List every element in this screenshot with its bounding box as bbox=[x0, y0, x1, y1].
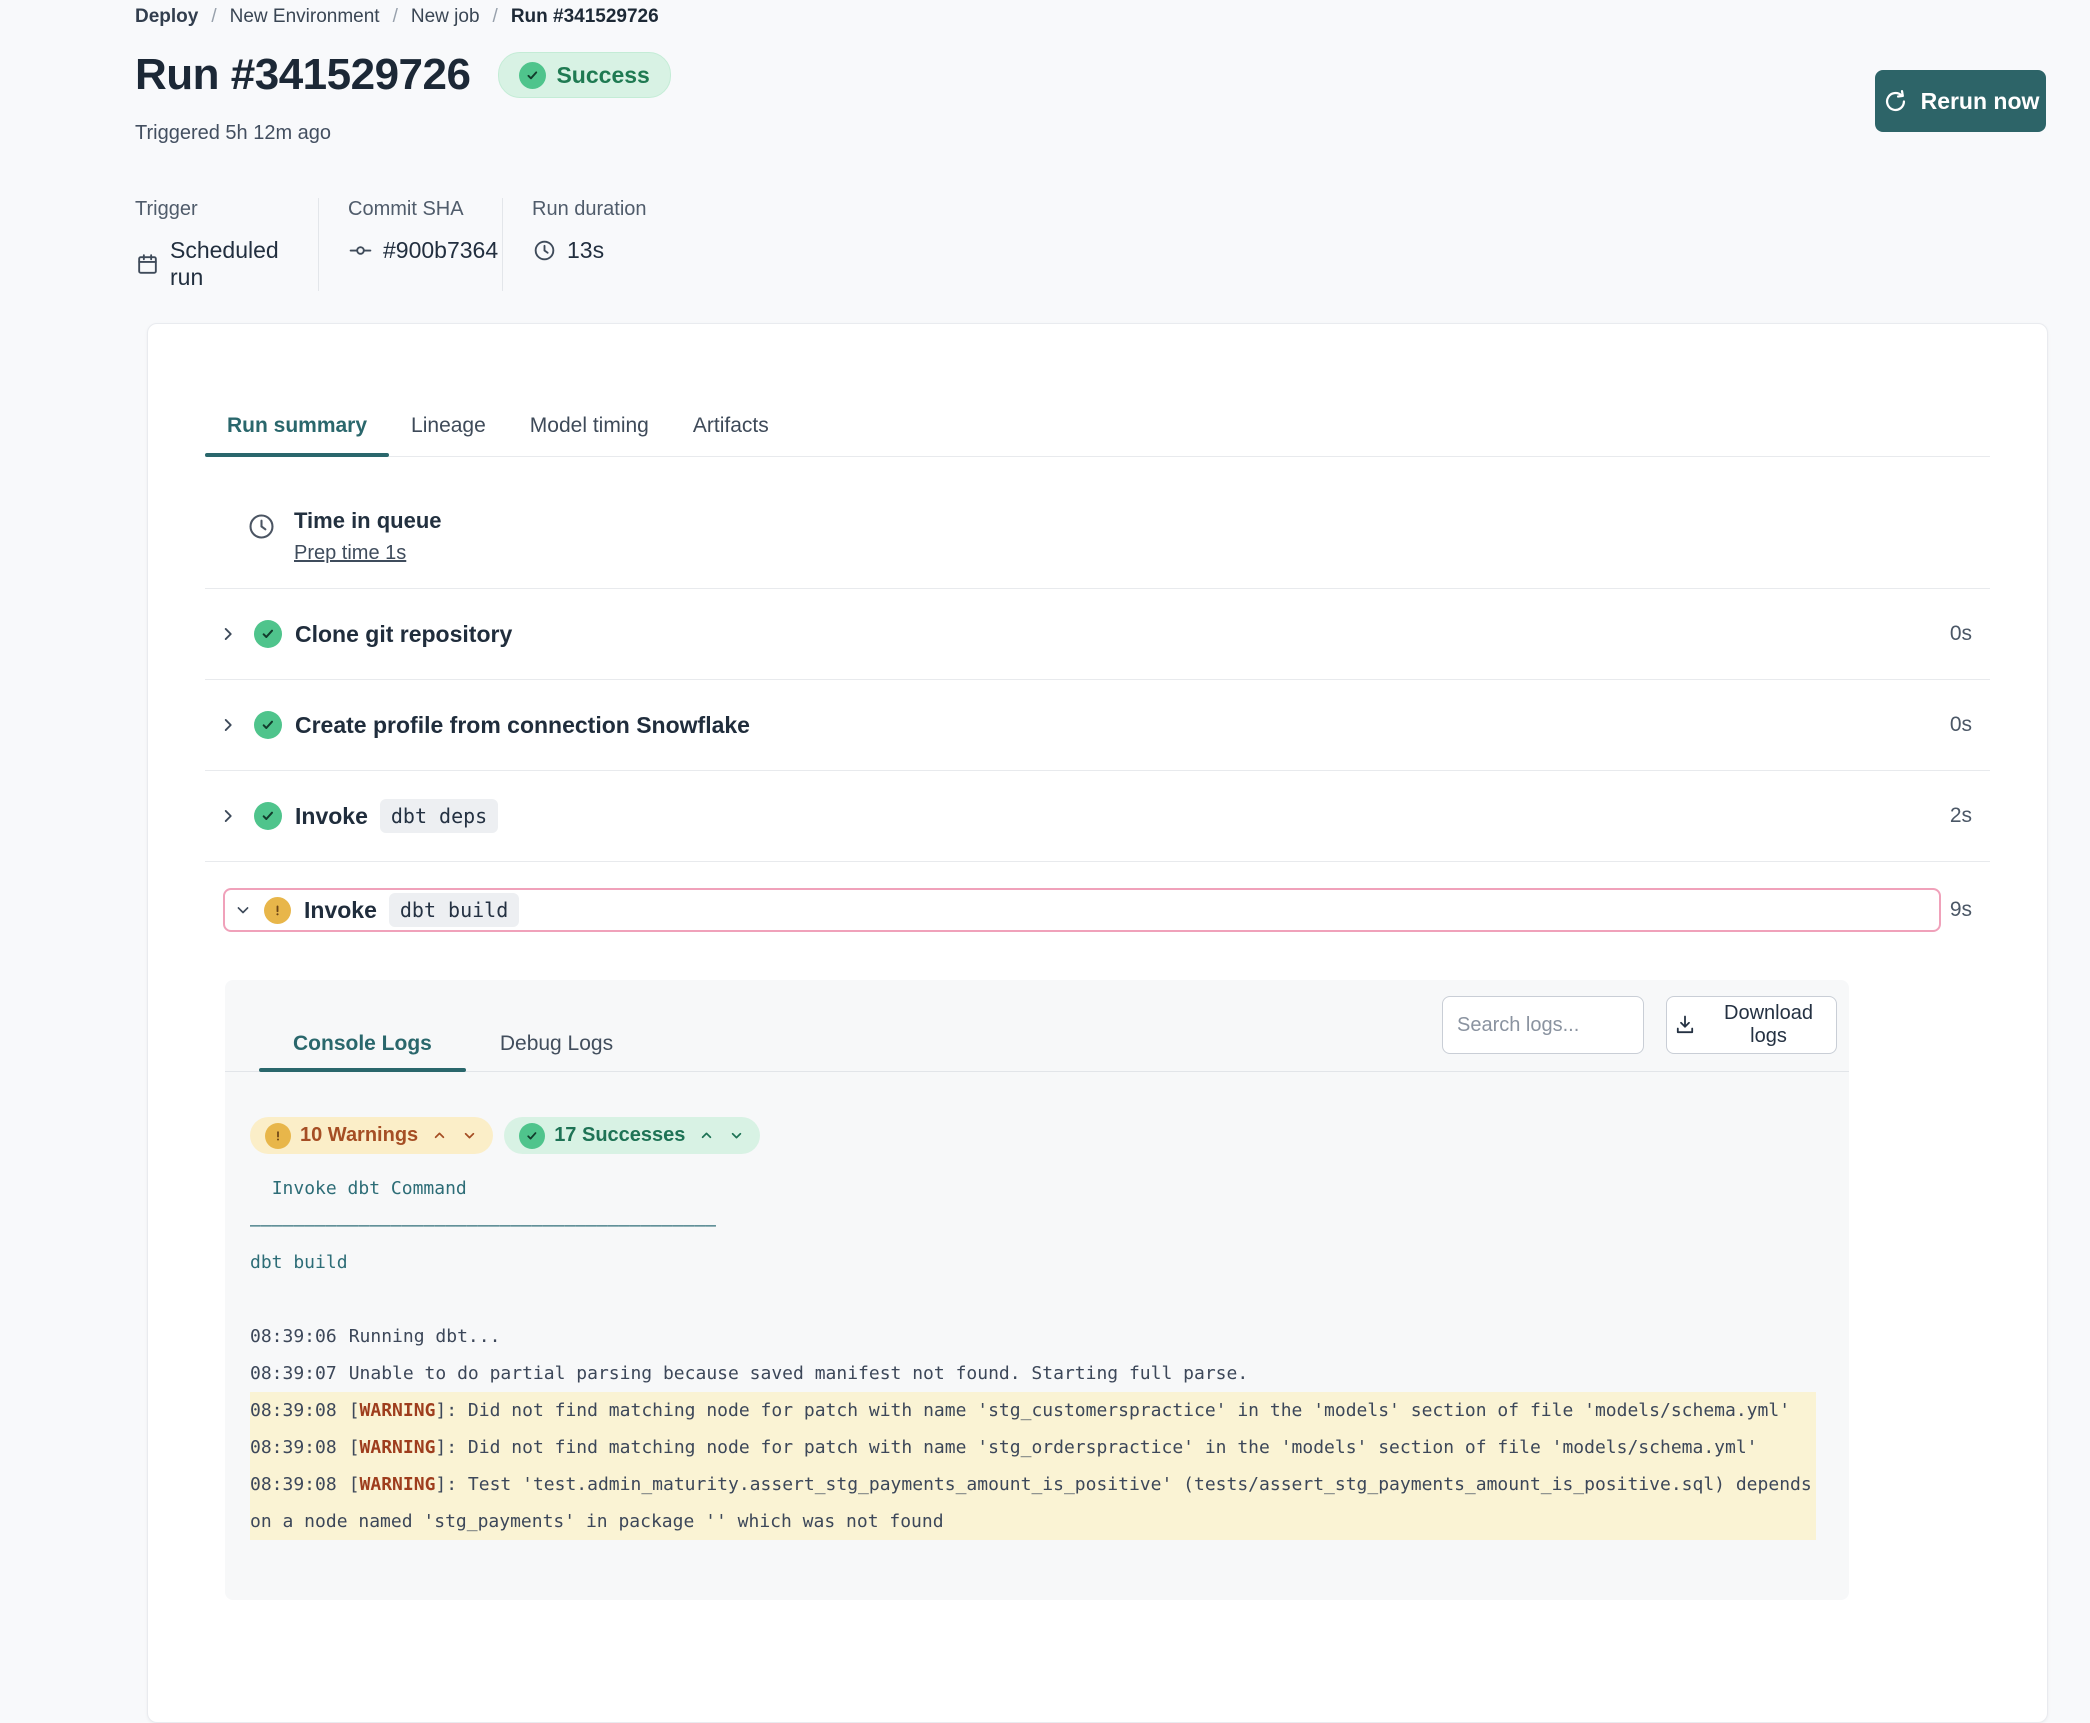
meta-commit-label: Commit SHA bbox=[348, 198, 472, 221]
status-badge: Success bbox=[498, 52, 670, 98]
title-row: Run #341529726 Success bbox=[135, 50, 671, 100]
rerun-icon bbox=[1882, 88, 1909, 115]
triggered-timestamp: Triggered 5h 12m ago bbox=[135, 122, 331, 145]
breadcrumb-separator: / bbox=[493, 6, 498, 28]
meta-trigger-value: Scheduled run bbox=[170, 237, 288, 291]
step-success-icon bbox=[254, 711, 282, 739]
warnings-badge-label: 10 Warnings bbox=[300, 1124, 418, 1147]
meta-trigger: Trigger Scheduled run bbox=[135, 198, 318, 291]
step-invoke-dbt-deps[interactable]: Invoke dbt deps 2s bbox=[205, 771, 1990, 862]
breadcrumb-item-environment[interactable]: New Environment bbox=[230, 6, 380, 28]
page-title: Run #341529726 bbox=[135, 50, 470, 100]
commit-icon bbox=[348, 238, 373, 263]
step-title: Invoke bbox=[304, 897, 377, 924]
log-divider-line: ————————————————————————————————————————… bbox=[250, 1207, 1816, 1244]
step-title: Invoke bbox=[295, 803, 368, 830]
breadcrumb-separator: / bbox=[211, 6, 216, 28]
step-title: Clone git repository bbox=[295, 621, 512, 648]
run-tabs: Run summary Lineage Model timing Artifac… bbox=[205, 324, 1990, 457]
step-title: Create profile from connection Snowflake bbox=[295, 712, 750, 739]
prev-warning-chevron-up-icon[interactable] bbox=[431, 1127, 448, 1144]
meta-trigger-label: Trigger bbox=[135, 198, 288, 221]
breadcrumb-item-job[interactable]: New job bbox=[411, 6, 480, 28]
selected-step-box[interactable]: Invoke dbt build bbox=[223, 888, 1941, 932]
console-log-output: Invoke dbt Command —————————————————————… bbox=[250, 1170, 1816, 1540]
logs-tabs: Console Logs Debug Logs bbox=[259, 1032, 647, 1072]
logs-panel: Console Logs Debug Logs Download logs bbox=[225, 980, 1849, 1600]
breadcrumb-item-deploy[interactable]: Deploy bbox=[135, 6, 198, 28]
meta-duration-label: Run duration bbox=[532, 198, 647, 221]
step-duration: 9s bbox=[1950, 898, 1972, 922]
successes-badge[interactable]: 17 Successes bbox=[504, 1117, 760, 1154]
step-duration: 2s bbox=[1950, 804, 1972, 828]
successes-badge-label: 17 Successes bbox=[554, 1124, 685, 1147]
prep-time-link[interactable]: Prep time 1s bbox=[294, 542, 406, 565]
queue-clock-icon bbox=[246, 511, 277, 542]
calendar-icon bbox=[135, 252, 160, 277]
log-warning-line: 08:39:08[WARNING]: Test 'test.admin_matu… bbox=[250, 1466, 1816, 1540]
logs-header: Console Logs Debug Logs Download logs bbox=[225, 980, 1849, 1072]
download-logs-label: Download logs bbox=[1707, 1002, 1830, 1048]
chevron-right-icon[interactable] bbox=[217, 714, 239, 736]
meta-duration-value: 13s bbox=[567, 237, 604, 264]
log-level-badges: 10 Warnings 17 Successes bbox=[250, 1117, 1849, 1154]
step-invoke-dbt-build[interactable]: Invoke dbt build 9s bbox=[205, 862, 1990, 958]
step-success-icon bbox=[254, 620, 282, 648]
clock-icon bbox=[532, 238, 557, 263]
log-line: Invoke dbt Command bbox=[250, 1170, 1816, 1207]
step-command-chip: dbt deps bbox=[380, 799, 498, 833]
success-check-icon bbox=[519, 62, 546, 89]
queue-title: Time in queue bbox=[294, 508, 442, 534]
log-blank-line bbox=[250, 1281, 1816, 1318]
prev-success-chevron-up-icon[interactable] bbox=[698, 1127, 715, 1144]
run-meta: Trigger Scheduled run Commit SHA #900b73… bbox=[135, 198, 677, 291]
tab-debug-logs[interactable]: Debug Logs bbox=[466, 1032, 647, 1072]
tab-lineage[interactable]: Lineage bbox=[389, 414, 508, 456]
tab-artifacts[interactable]: Artifacts bbox=[671, 414, 791, 456]
log-line: dbt build bbox=[250, 1244, 1816, 1281]
log-warning-line: 08:39:08[WARNING]: Did not find matching… bbox=[250, 1429, 1816, 1466]
warning-icon bbox=[265, 1123, 291, 1149]
breadcrumb-separator: / bbox=[393, 6, 398, 28]
step-warning-icon bbox=[264, 897, 291, 924]
step-duration: 0s bbox=[1950, 713, 1972, 737]
search-logs-input[interactable] bbox=[1442, 996, 1644, 1054]
warnings-badge[interactable]: 10 Warnings bbox=[250, 1117, 493, 1154]
step-success-icon bbox=[254, 802, 282, 830]
step-duration: 0s bbox=[1950, 622, 1972, 646]
log-line: 08:39:06Running dbt... bbox=[250, 1318, 1816, 1355]
chevron-down-icon[interactable] bbox=[233, 900, 253, 920]
next-success-chevron-down-icon[interactable] bbox=[728, 1127, 745, 1144]
download-icon bbox=[1673, 1013, 1697, 1037]
chevron-right-icon[interactable] bbox=[217, 623, 239, 645]
status-badge-label: Success bbox=[556, 62, 649, 89]
step-create-profile[interactable]: Create profile from connection Snowflake… bbox=[205, 680, 1990, 771]
log-line: 08:39:07Unable to do partial parsing bec… bbox=[250, 1355, 1816, 1392]
rerun-label: Rerun now bbox=[1921, 88, 2040, 115]
step-command-chip: dbt build bbox=[389, 893, 519, 927]
chevron-right-icon[interactable] bbox=[217, 805, 239, 827]
step-clone-git-repository[interactable]: Clone git repository 0s bbox=[205, 589, 1990, 680]
run-summary-card: Run summary Lineage Model timing Artifac… bbox=[147, 323, 2048, 1723]
tab-model-timing[interactable]: Model timing bbox=[508, 414, 671, 456]
tab-console-logs[interactable]: Console Logs bbox=[259, 1032, 466, 1072]
meta-commit-value: #900b7364 bbox=[383, 237, 498, 264]
time-in-queue-row: Time in queue Prep time 1s bbox=[205, 457, 1990, 589]
log-warning-line: 08:39:08[WARNING]: Did not find matching… bbox=[250, 1392, 1816, 1429]
meta-commit: Commit SHA #900b7364 bbox=[318, 198, 502, 291]
logs-controls: Download logs bbox=[1442, 996, 1837, 1054]
breadcrumb-item-run: Run #341529726 bbox=[511, 6, 659, 28]
next-warning-chevron-down-icon[interactable] bbox=[461, 1127, 478, 1144]
breadcrumb: Deploy / New Environment / New job / Run… bbox=[135, 6, 659, 28]
download-logs-button[interactable]: Download logs bbox=[1666, 996, 1837, 1054]
tab-run-summary[interactable]: Run summary bbox=[205, 414, 389, 456]
success-check-icon bbox=[519, 1123, 545, 1149]
rerun-now-button[interactable]: Rerun now bbox=[1875, 70, 2046, 132]
meta-duration: Run duration 13s bbox=[502, 198, 677, 291]
